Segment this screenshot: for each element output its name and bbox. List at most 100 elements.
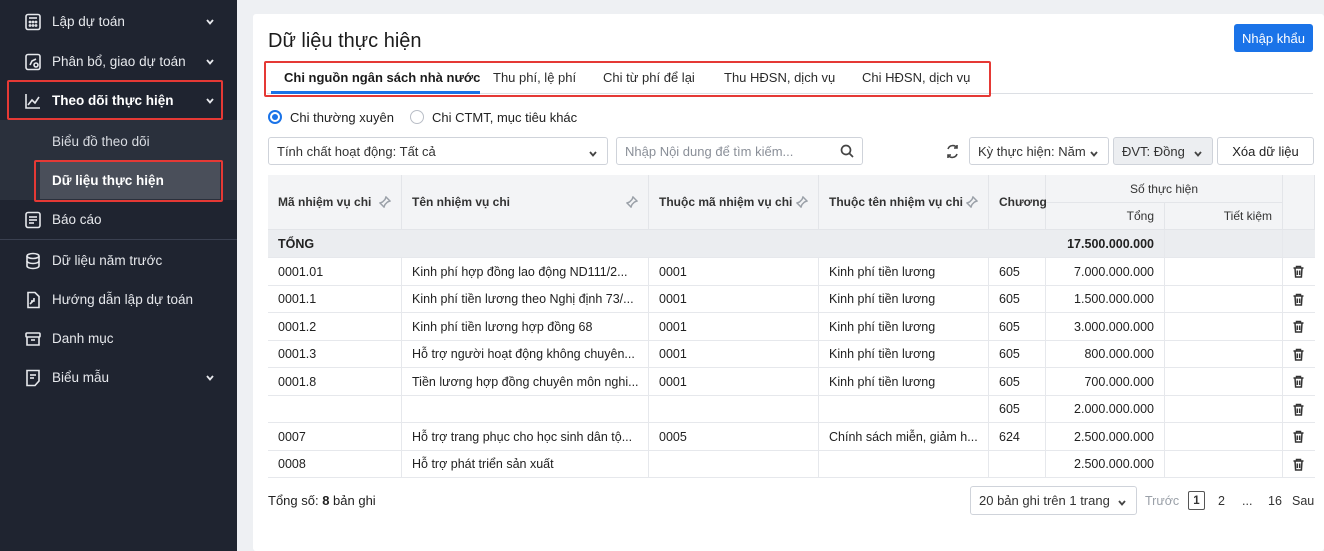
submenu-item-bieu-do[interactable]: Biểu đồ theo dõi (40, 122, 220, 160)
cell-savings (1165, 340, 1283, 368)
cell-chapter: 605 (989, 340, 1046, 368)
col-header-name[interactable]: Tên nhiệm vụ chi (402, 175, 649, 230)
header-label: Tiết kiệm (1223, 209, 1272, 223)
col-header-total[interactable]: Tổng (1046, 203, 1165, 230)
nav-item-danh-muc[interactable]: Danh mục (0, 319, 237, 358)
nav-item-bao-cao[interactable]: Báo cáo (0, 200, 237, 239)
prev-page-button[interactable]: Trước (1145, 494, 1179, 508)
radio-chi-ctmt[interactable] (409, 110, 424, 124)
cell-parent-name: Kinh phí tiền lương (819, 313, 989, 340)
next-page-button[interactable]: Sau (1292, 494, 1314, 508)
table-row-total: TỔNG 17.500.000.000 (268, 230, 1315, 258)
trash-icon[interactable] (1292, 265, 1305, 278)
cell-savings (1165, 230, 1283, 257)
page-ellipsis: ... (1242, 494, 1253, 508)
trash-icon[interactable] (1292, 430, 1305, 443)
cell-chapter (989, 450, 1046, 478)
pin-icon[interactable] (965, 195, 979, 209)
col-header-parent-code[interactable]: Thuộc mã nhiệm vụ chi (649, 175, 819, 230)
table-row[interactable]: 0007 Hỗ trợ trang phục cho học sinh dân t… (268, 423, 1315, 451)
cell-code: 0001.2 (268, 313, 402, 340)
table-row[interactable]: 0001.3 Hỗ trợ người hoạt động không chuyê… (268, 340, 1315, 368)
chevron-down-icon (205, 55, 215, 65)
tab-chi-hdsn-dich-vu[interactable]: Chi HĐSN, dịch vụ (862, 70, 970, 85)
col-header-parent-name[interactable]: Thuộc tên nhiệm vụ chi (819, 175, 989, 230)
cell-parent-name: Kinh phí tiền lương (819, 258, 989, 285)
cell-parent-code: 0001 (649, 258, 819, 285)
header-label: Thuộc mã nhiệm vụ chi (659, 195, 793, 209)
trash-icon[interactable] (1292, 348, 1305, 361)
nav-item-lap-du-toan[interactable]: Lập dự toán (0, 2, 237, 41)
cell-total: 2.500.000.000 (1046, 423, 1165, 450)
trash-icon[interactable] (1292, 293, 1305, 306)
page-2[interactable]: 2 (1218, 494, 1225, 508)
cell-code: 0001.8 (268, 368, 402, 395)
page-title: Dữ liệu thực hiện (268, 30, 422, 52)
search-field[interactable] (616, 137, 863, 165)
cell-name: Hỗ trợ người hoạt động không chuyên... (402, 340, 649, 368)
table-row[interactable]: 0001.8 Tiền lương hợp đồng chuyên môn ngh… (268, 368, 1315, 396)
table-row[interactable]: 0008 Hỗ trợ phát triển sản xuất 2.500.000.… (268, 450, 1315, 478)
nav-item-huong-dan[interactable]: Hướng dẫn lập dự toán (0, 280, 237, 319)
page-1[interactable]: 1 (1188, 491, 1205, 510)
database-icon (24, 252, 42, 270)
pin-icon[interactable] (795, 195, 809, 209)
radio-label: Chi CTMT, mục tiêu khác (431, 109, 578, 125)
cell-name: Kinh phí tiền lương hợp đồng 68 (402, 313, 649, 340)
cell-chapter: 605 (989, 313, 1046, 340)
archive-icon (24, 330, 42, 348)
submenu-item-du-lieu-thuc-hien[interactable]: Dữ liệu thực hiện (40, 161, 220, 199)
nav-item-du-lieu-nam-truoc[interactable]: Dữ liệu năm trước (0, 241, 237, 280)
radio-chi-thuong-xuyen[interactable] (268, 110, 282, 124)
trash-icon[interactable] (1292, 403, 1305, 416)
active-tab-indicator (271, 91, 480, 94)
trash-icon[interactable] (1292, 320, 1305, 333)
pin-icon[interactable] (625, 195, 639, 209)
tab-chi-tu-phi-de-lai[interactable]: Chi từ phí để lại (603, 70, 695, 85)
pin-icon[interactable] (378, 195, 392, 209)
header-label: Tổng (1126, 209, 1154, 223)
page-size-select[interactable]: 20 bản ghi trên 1 trang (970, 486, 1137, 515)
col-header-chapter[interactable]: Chương (989, 175, 1047, 230)
cell-total: 700.000.000 (1046, 368, 1165, 395)
nav-item-theo-doi-thuc-hien[interactable]: Theo dõi thực hiện (0, 81, 237, 120)
table-row[interactable]: 0001.01 Kinh phí hợp đồng lao động ND111/… (268, 258, 1315, 286)
trash-icon[interactable] (1292, 375, 1305, 388)
cell-total: 7.000.000.000 (1046, 258, 1165, 285)
unit-select[interactable]: ĐVT: Đồng (1113, 137, 1213, 165)
cell-parent-name: Kinh phí tiền lương (819, 368, 989, 395)
table-row[interactable]: 0001.1 Kinh phí tiền lương theo Nghị định… (268, 285, 1315, 313)
clear-data-button[interactable]: Xóa dữ liệu (1217, 137, 1314, 165)
chevron-down-icon (205, 371, 215, 381)
import-button[interactable]: Nhập khẩu (1234, 24, 1313, 52)
col-header-code[interactable]: Mã nhiệm vụ chi (268, 175, 402, 230)
trash-icon[interactable] (1292, 458, 1305, 471)
table-row[interactable]: 605 2.000.000.000 (268, 395, 1315, 423)
search-input[interactable] (625, 143, 825, 159)
col-group-actual: Số thực hiện (1046, 175, 1283, 203)
chevron-down-icon (588, 147, 598, 157)
search-icon[interactable] (840, 144, 854, 158)
chevron-down-icon (205, 94, 215, 104)
tab-thu-hdsn-dich-vu[interactable]: Thu HĐSN, dịch vụ (724, 70, 835, 85)
refresh-icon[interactable] (940, 137, 964, 165)
cell-savings (1165, 395, 1283, 423)
page-16[interactable]: 16 (1268, 494, 1282, 508)
col-header-savings[interactable]: Tiết kiệm (1165, 203, 1283, 230)
tab-thu-phi-le-phi[interactable]: Thu phí, lệ phí (493, 70, 576, 85)
cell-parent-code: 0001 (649, 285, 819, 313)
divider (0, 239, 237, 240)
table-row[interactable]: 0001.2 Kinh phí tiền lương hợp đồng 68 000… (268, 313, 1315, 341)
nav-item-bieu-mau[interactable]: Biểu mẫu (0, 358, 237, 397)
activity-nature-select[interactable]: Tính chất hoạt động: Tất cả (268, 137, 608, 165)
header-label: Chương (999, 195, 1047, 209)
cell-code: 0007 (268, 423, 402, 450)
cell-total: 2.000.000.000 (1046, 395, 1165, 423)
nav-label: Phân bổ, giao dự toán (52, 54, 186, 69)
nav-item-phan-bo[interactable]: Phân bổ, giao dự toán (0, 42, 237, 81)
tab-chi-nguon-ngan-sach[interactable]: Chi nguồn ngân sách nhà nước (284, 70, 480, 85)
radio-group: Chi thường xuyên Chi CTMT, mục tiêu khác (268, 108, 577, 126)
cell-parent-name (819, 395, 989, 423)
cell-chapter: 605 (989, 395, 1046, 423)
period-select[interactable]: Kỳ thực hiện: Năm (969, 137, 1109, 165)
